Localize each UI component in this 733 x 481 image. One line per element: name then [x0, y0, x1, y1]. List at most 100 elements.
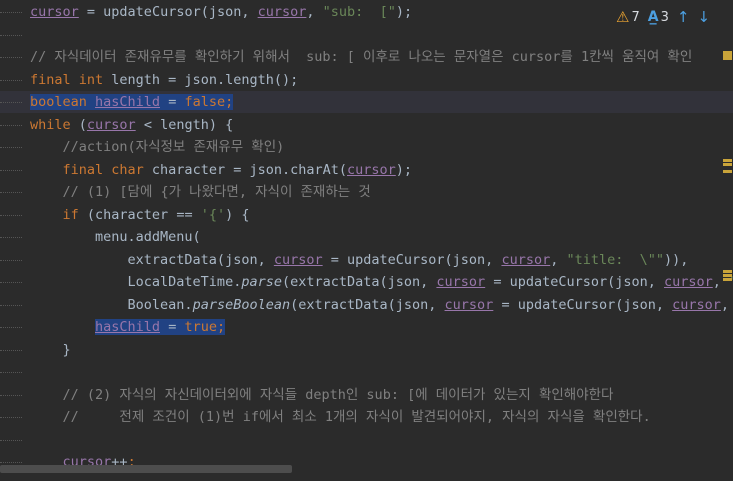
indent-guide: [0, 214, 22, 217]
code-token: = updateCursor(json,: [485, 274, 664, 290]
warnings-count: 7: [631, 9, 640, 25]
code-token: cursor: [436, 274, 486, 290]
code-token: boolean: [30, 94, 96, 110]
code-line[interactable]: // (2) 자식의 자신데이터외에 자식들 depth인 sub: [에 데이…: [30, 384, 614, 406]
indent-guide: [0, 462, 22, 464]
indent-guide: [0, 394, 22, 397]
code-token: = updateCursor(json,: [322, 251, 502, 268]
indent-guide: [0, 79, 22, 82]
code-line[interactable]: }: [30, 339, 71, 361]
arrow-down-icon[interactable]: ↓: [697, 8, 710, 26]
code-line[interactable]: if (character == '{') {: [30, 204, 250, 226]
code-token: if: [62, 206, 79, 223]
code-token: (: [70, 116, 87, 133]
code-token: // 자식데이터 존재유무를 확인하기 위해서 sub: [ 이후로 나오는 문…: [30, 49, 693, 65]
indent-guide: [0, 192, 22, 194]
code-token: ;: [216, 319, 226, 335]
indent-guide: [0, 372, 22, 374]
code-line[interactable]: // 자식데이터 존재유무를 확인하기 위해서 sub: [ 이후로 나오는 문…: [30, 46, 692, 68]
code-token: cursor: [347, 161, 396, 178]
error-stripe-marker[interactable]: [723, 163, 732, 166]
code-line[interactable]: boolean hasChild = false;: [30, 91, 234, 113]
indent-guide: [0, 102, 22, 104]
code-token: final char: [62, 161, 144, 178]
code-token: LocalDateTime.: [30, 274, 242, 290]
code-token: );: [395, 161, 413, 178]
code-token: ) {: [225, 206, 250, 223]
code-editor[interactable]: cursor = updateCursor(json, cursor, "sub…: [0, 0, 733, 481]
code-line[interactable]: cursor = updateCursor(json, cursor, "sub…: [30, 1, 412, 23]
error-stripe-marker[interactable]: [723, 278, 732, 281]
code-token: cursor: [664, 274, 713, 290]
code-token: cursor: [501, 251, 551, 268]
code-token: cursor: [257, 4, 307, 20]
code-line[interactable]: // 전제 조건이 (1)번 if에서 최소 1개의 자식이 발견되어야지, 자…: [30, 406, 651, 428]
code-token: final int: [30, 71, 104, 88]
code-token: cursor: [672, 296, 721, 313]
inspection-widget[interactable]: ⚠ 7 A̲ 3 ↑ ↓: [616, 6, 710, 28]
indent-guide: [0, 124, 22, 127]
error-stripe-marker[interactable]: [723, 57, 732, 60]
code-token: hasChild: [95, 319, 161, 335]
code-token: updateCursor: [103, 4, 201, 20]
typos-count: 3: [660, 9, 669, 25]
code-token: menu.addMenu(: [30, 229, 201, 245]
code-line[interactable]: while (cursor < length) {: [30, 114, 233, 136]
typo-icon: A̲: [647, 9, 659, 25]
code-token: extractData(json,: [30, 251, 274, 268]
code-token: parseBoolean: [192, 296, 291, 313]
code-token: , ": [720, 296, 730, 313]
code-token: =: [78, 4, 104, 20]
code-line[interactable]: menu.addMenu(: [30, 226, 201, 248]
code-token: cursor: [444, 296, 494, 313]
typos-indicator[interactable]: A̲ 3: [648, 9, 669, 25]
code-line[interactable]: final char character = json.charAt(curso…: [30, 159, 413, 181]
code-token: // (2) 자식의 자신데이터외에 자식들 depth인 sub: [에 데이…: [30, 386, 614, 403]
code-line[interactable]: // (1) [담에 {가 나왔다면, 자식이 존재하는 것: [30, 181, 371, 203]
indent-guide: [0, 304, 22, 307]
code-token: true: [184, 319, 217, 335]
code-token: "sub: [": [322, 4, 396, 20]
code-token: ;: [225, 94, 234, 110]
code-line[interactable]: //action(자식정보 존재유무 확인): [30, 136, 285, 158]
code-token: length = json.length();: [103, 71, 299, 88]
warnings-indicator[interactable]: ⚠ 7: [616, 8, 640, 26]
warning-triangle-icon: ⚠: [616, 8, 630, 26]
code-line[interactable]: final int length = json.length();: [30, 69, 298, 91]
code-token: }: [30, 341, 71, 358]
indent-guide: [0, 349, 22, 352]
code-token: // 전제 조건이 (1)번 if에서 최소 1개의 자식이 발견되어야지, 자…: [30, 409, 651, 425]
code-token: )),: [664, 251, 689, 268]
code-token: while: [30, 116, 71, 133]
code-token: cursor: [30, 4, 79, 20]
indent-guide: [0, 439, 22, 442]
code-token: cursor: [273, 251, 323, 268]
indent-guide: [0, 417, 22, 419]
indent-guide: [0, 327, 22, 329]
arrow-up-icon[interactable]: ↑: [677, 8, 690, 26]
code-token: character = json.charAt(: [143, 161, 347, 178]
indent-guide: [0, 57, 22, 59]
error-stripe-marker[interactable]: [723, 170, 732, 173]
code-token: (character ==: [78, 206, 201, 223]
indent-guide: [0, 12, 22, 14]
code-token: //action(자식정보 존재유무 확인): [30, 139, 285, 155]
code-line[interactable]: Boolean.parseBoolean(extractData(json, c…: [30, 294, 733, 316]
code-line[interactable]: extractData(json, cursor = updateCursor(…: [30, 249, 689, 271]
horizontal-scrollbar[interactable]: [0, 465, 292, 473]
code-token: hasChild: [95, 94, 161, 110]
indent-guide: [0, 147, 22, 149]
code-token: ,: [550, 251, 567, 268]
code-token: (extractData(json,: [281, 274, 437, 290]
error-stripe-marker[interactable]: [723, 274, 732, 277]
error-stripe-marker[interactable]: [723, 270, 732, 273]
code-token: );: [395, 4, 413, 20]
indent-guide: [0, 282, 22, 284]
code-token: "title: \"": [566, 251, 665, 268]
code-line[interactable]: LocalDateTime.parse(extractData(json, cu…: [30, 271, 733, 293]
code-line[interactable]: hasChild = true;: [30, 316, 226, 338]
indent-guide: [0, 169, 22, 172]
error-stripe-marker[interactable]: [723, 159, 732, 162]
